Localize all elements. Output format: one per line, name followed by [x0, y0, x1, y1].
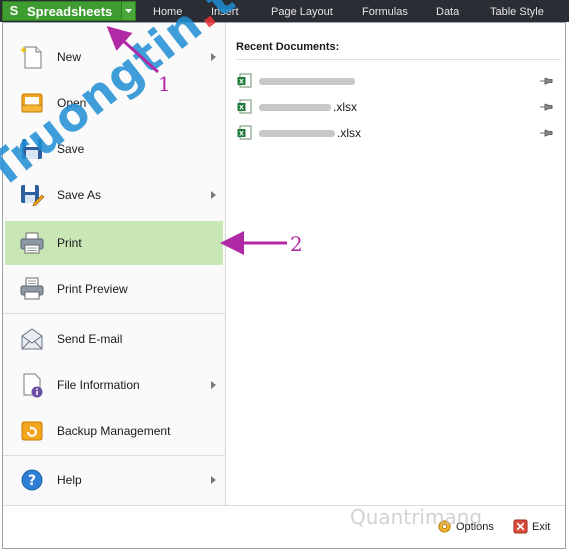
- menu-item-help[interactable]: ? Help: [5, 458, 223, 502]
- options-label: Options: [456, 520, 494, 533]
- tab-formulas[interactable]: Formulas: [362, 6, 408, 18]
- save-as-icon: [21, 185, 45, 207]
- options-button[interactable]: Options: [437, 519, 494, 534]
- svg-text:X: X: [239, 79, 244, 86]
- menu-separator: [3, 313, 226, 314]
- exit-label: Exit: [532, 520, 551, 533]
- excel-file-icon: X: [237, 73, 252, 88]
- chevron-right-icon: [211, 53, 216, 61]
- tab-page-layout[interactable]: Page Layout: [271, 6, 333, 18]
- blurred-filename-icon: [259, 130, 335, 137]
- menu-item-label: Help: [57, 473, 82, 487]
- pin-icon[interactable]: [539, 75, 553, 87]
- recent-document-name: .xlsx: [337, 126, 361, 140]
- tab-table-style[interactable]: Table Style: [490, 6, 544, 18]
- file-menu-list: New Open Save Save As Print Print Previe…: [3, 23, 226, 505]
- svg-text:X: X: [239, 131, 244, 138]
- blurred-filename-icon: [259, 78, 355, 85]
- new-document-icon: [19, 46, 42, 69]
- close-icon: [513, 519, 528, 534]
- menu-item-label: Save As: [57, 188, 102, 202]
- menu-item-label: New: [57, 50, 82, 64]
- menu-item-send-email[interactable]: Send E-mail: [5, 317, 223, 361]
- menu-separator: [3, 455, 226, 456]
- tab-data[interactable]: Data: [436, 6, 459, 18]
- recent-documents-title: Recent Documents:: [236, 41, 340, 53]
- menu-item-save[interactable]: Save: [5, 127, 223, 171]
- excel-file-icon: X: [237, 125, 252, 140]
- menu-bar: S Spreadsheets Home Insert Page Layout F…: [0, 0, 569, 22]
- menu-item-print-preview[interactable]: Print Preview: [5, 267, 223, 311]
- menu-item-label: Backup Management: [57, 424, 171, 438]
- excel-file-icon: X: [237, 99, 252, 114]
- menu-item-open[interactable]: Open: [5, 81, 223, 125]
- tab-insert[interactable]: Insert: [211, 6, 239, 18]
- blurred-filename-icon: [259, 104, 331, 111]
- chevron-down-icon: [125, 8, 132, 13]
- menu-item-label: File Information: [57, 378, 140, 392]
- chevron-right-icon: [211, 476, 216, 484]
- menu-item-print[interactable]: Print: [5, 221, 223, 265]
- help-icon: ?: [21, 469, 43, 491]
- recent-divider: [236, 59, 561, 60]
- menu-item-new[interactable]: New: [5, 35, 223, 79]
- email-icon: [21, 328, 43, 350]
- menu-item-backup-management[interactable]: Backup Management: [5, 409, 223, 453]
- file-info-icon: [23, 373, 43, 398]
- pin-icon[interactable]: [539, 101, 553, 113]
- menu-item-label: Print Preview: [57, 282, 128, 296]
- chevron-right-icon: [211, 191, 216, 199]
- menu-item-label: Print: [57, 236, 82, 250]
- chevron-right-icon: [211, 381, 216, 389]
- recent-document-name: .xlsx: [333, 100, 357, 114]
- recent-documents-pane: Recent Documents: X X .xlsx X .xlsx: [227, 23, 565, 505]
- menu-item-label: Open: [57, 96, 87, 110]
- app-title: Spreadsheets: [27, 3, 113, 19]
- app-dropdown-button[interactable]: [121, 2, 135, 20]
- tab-home[interactable]: Home: [153, 6, 182, 18]
- svg-text:?: ?: [28, 473, 36, 489]
- menu-item-label: Send E-mail: [57, 332, 123, 346]
- spreadsheet-logo-icon: S: [9, 3, 19, 18]
- annotation-number-1: 1: [158, 72, 171, 96]
- menu-item-save-as[interactable]: Save As: [5, 173, 223, 217]
- pin-icon[interactable]: [539, 127, 553, 139]
- recent-document-row[interactable]: X .xlsx: [237, 123, 557, 143]
- recent-document-row[interactable]: X: [237, 71, 557, 91]
- open-folder-icon: [21, 93, 43, 113]
- gear-icon: [438, 520, 451, 533]
- print-preview-icon: [20, 277, 44, 300]
- menu-item-file-information[interactable]: File Information: [5, 363, 223, 407]
- menu-footer: Options Exit: [3, 505, 565, 548]
- backup-icon: [21, 421, 43, 441]
- app-menu-button[interactable]: S Spreadsheets: [2, 1, 136, 21]
- annotation-number-2: 2: [290, 232, 303, 256]
- menu-item-label: Save: [57, 142, 85, 156]
- printer-icon: [20, 232, 44, 254]
- recent-document-row[interactable]: X .xlsx: [237, 97, 557, 117]
- svg-text:X: X: [239, 105, 244, 112]
- exit-button[interactable]: Exit: [513, 519, 550, 534]
- file-menu-panel: New Open Save Save As Print Print Previe…: [2, 22, 566, 549]
- save-disk-icon: [22, 139, 42, 159]
